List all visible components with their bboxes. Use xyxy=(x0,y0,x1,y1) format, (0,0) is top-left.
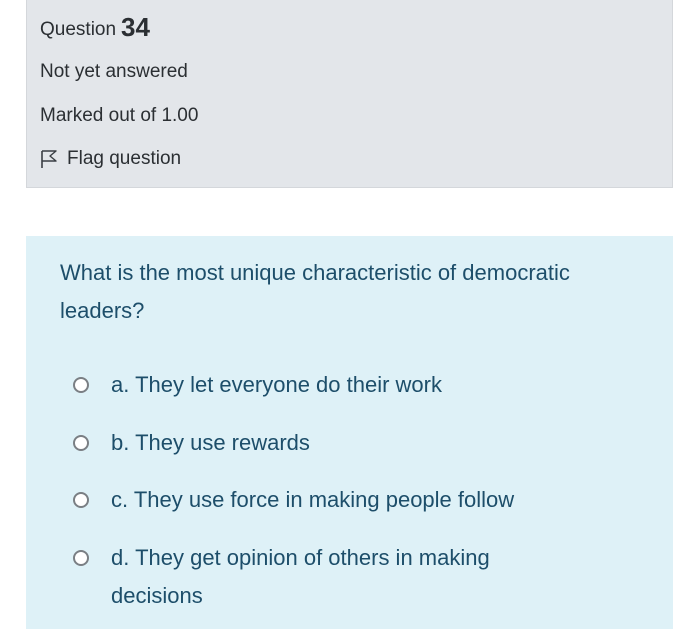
question-info-panel: Question 34 Not yet answered Marked out o… xyxy=(26,0,673,188)
question-text: What is the most unique characteristic o… xyxy=(60,260,570,323)
answer-option-label: a. They let everyone do their work xyxy=(111,372,442,397)
answer-option-c[interactable]: c. They use force in making people follo… xyxy=(73,481,561,519)
question-grade: Marked out of 1.00 xyxy=(40,105,199,126)
answer-option-label: b. They use rewards xyxy=(111,430,310,455)
question-number: 34 xyxy=(121,12,150,42)
question-label: Question xyxy=(40,19,117,40)
flag-question-label: Flag question xyxy=(67,148,182,169)
answer-option-label: c. They use force in making people follo… xyxy=(111,487,515,512)
answer-option-a[interactable]: a. They let everyone do their work xyxy=(73,366,561,404)
answer-option-label: d. They get opinion of others in making … xyxy=(111,545,490,608)
radio-button-d[interactable] xyxy=(73,550,89,566)
radio-button-b[interactable] xyxy=(73,435,89,451)
answer-option-d[interactable]: d. They get opinion of others in making … xyxy=(73,539,561,615)
radio-button-c[interactable] xyxy=(73,492,89,508)
radio-button-a[interactable] xyxy=(73,377,89,393)
question-content-panel: What is the most unique characteristic o… xyxy=(26,236,673,629)
question-state: Not yet answered xyxy=(40,61,188,82)
answer-option-b[interactable]: b. They use rewards xyxy=(73,424,561,462)
flag-icon xyxy=(40,149,58,169)
flag-question-link[interactable]: Flag question xyxy=(40,148,181,170)
question-title: Question 34 xyxy=(40,12,150,43)
